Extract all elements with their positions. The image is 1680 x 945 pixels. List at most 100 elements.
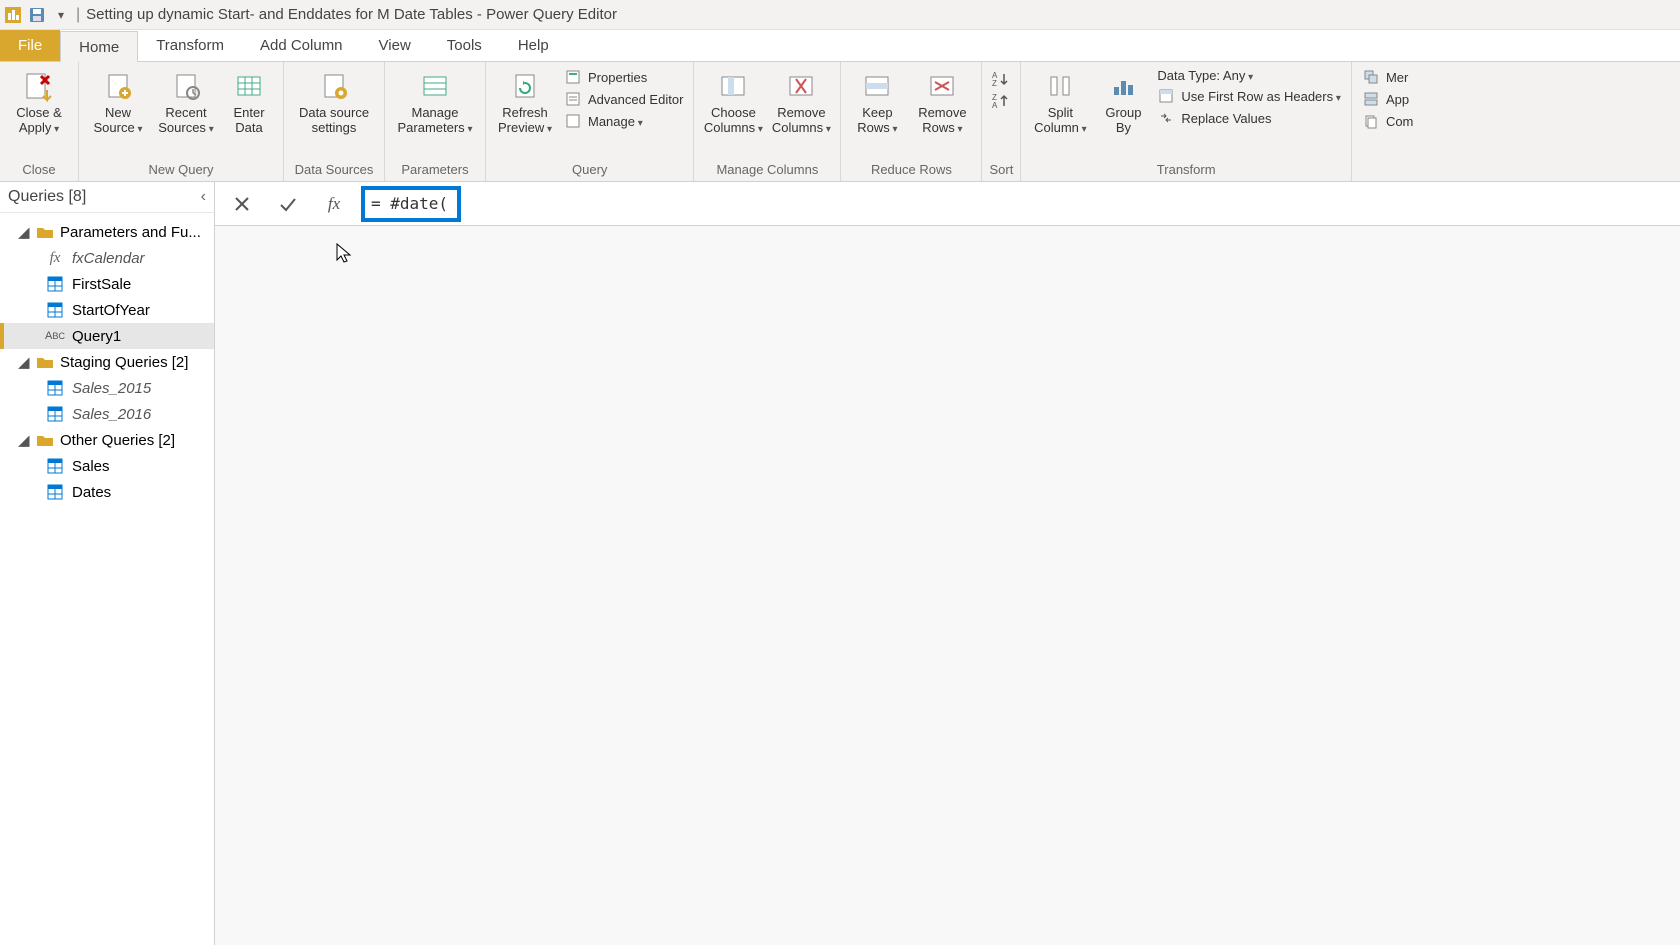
table-icon <box>46 275 64 293</box>
choose-columns-icon <box>718 68 748 104</box>
window-title: Setting up dynamic Start- and Enddates f… <box>86 6 617 23</box>
recent-sources-icon <box>171 68 201 104</box>
remove-columns-button[interactable]: Remove Columns <box>768 64 834 140</box>
data-source-settings-button[interactable]: Data source settings <box>290 64 378 140</box>
ribbon-group-reduce-rows: Keep Rows Remove Rows Reduce Rows <box>841 62 982 181</box>
commit-formula-button[interactable] <box>269 188 307 220</box>
tab-tools[interactable]: Tools <box>429 30 500 61</box>
sort-asc-button[interactable]: AZ <box>992 70 1010 88</box>
query-label: Query1 <box>72 328 121 345</box>
keep-rows-button[interactable]: Keep Rows <box>847 64 907 140</box>
close-apply-button[interactable]: Close & Apply <box>6 64 72 140</box>
tab-add-column[interactable]: Add Column <box>242 30 361 61</box>
group-label: Parameters and Fu... <box>60 224 201 241</box>
formula-input[interactable] <box>371 194 451 213</box>
query-label: FirstSale <box>72 276 131 293</box>
save-icon[interactable] <box>28 6 46 24</box>
properties-icon <box>564 68 582 86</box>
ribbon: Close & Apply Close New Source Recent So… <box>0 62 1680 182</box>
advanced-editor-button[interactable]: Advanced Editor <box>564 90 683 108</box>
queries-title: Queries [8] <box>8 188 86 206</box>
manage-parameters-button[interactable]: Manage Parameters <box>391 64 479 140</box>
group-label: Other Queries [2] <box>60 432 175 449</box>
data-type-button[interactable]: Data Type: Any <box>1157 68 1341 83</box>
remove-rows-icon <box>927 68 957 104</box>
qat-more-icon[interactable]: ▾ <box>52 6 70 24</box>
queries-tree: ◢ Parameters and Fu... fxfxCalendar FirstSa… <box>0 213 214 511</box>
first-row-headers-button[interactable]: Use First Row as Headers <box>1157 87 1341 105</box>
combine-icon <box>1362 112 1380 130</box>
ribbon-group-sort: AZ ZA Sort <box>982 62 1021 181</box>
menu-bar: File Home Transform Add Column View Tool… <box>0 30 1680 62</box>
enter-data-button[interactable]: Enter Data <box>221 64 277 140</box>
text-type-icon: ABC <box>46 327 64 345</box>
queries-header: Queries [8] ‹ <box>0 182 214 213</box>
ribbon-group-parameters: Manage Parameters Parameters <box>385 62 486 181</box>
svg-text:Z: Z <box>992 79 997 87</box>
merge-queries-button[interactable]: Mer <box>1362 68 1413 86</box>
fx-button[interactable]: fx <box>315 188 353 220</box>
query-label: Sales_2015 <box>72 380 151 397</box>
query-item[interactable]: Dates <box>0 479 214 505</box>
query-item[interactable]: ABC Query1 <box>0 323 214 349</box>
query-label: Dates <box>72 484 111 501</box>
expand-icon: ◢ <box>18 431 30 449</box>
cancel-formula-button[interactable] <box>223 188 261 220</box>
query-label: StartOfYear <box>72 302 150 319</box>
queries-pane: Queries [8] ‹ ◢ Parameters and Fu... fxfxC… <box>0 182 215 945</box>
recent-sources-button[interactable]: Recent Sources <box>153 64 219 140</box>
tab-file[interactable]: File <box>0 30 60 61</box>
group-by-button[interactable]: Group By <box>1095 64 1151 140</box>
ribbon-group-transform: Split Column Group By Data Type: Any Use… <box>1021 62 1352 181</box>
keep-rows-icon <box>862 68 892 104</box>
combine-files-button[interactable]: Com <box>1362 112 1413 130</box>
tab-transform[interactable]: Transform <box>138 30 242 61</box>
advanced-editor-icon <box>564 90 582 108</box>
manage-button[interactable]: Manage <box>564 112 683 130</box>
query-group[interactable]: ◢Staging Queries [2] <box>0 349 214 375</box>
expand-icon: ◢ <box>18 353 30 371</box>
expand-icon: ◢ <box>18 223 30 241</box>
append-queries-button[interactable]: App <box>1362 90 1413 108</box>
query-item[interactable]: fxfxCalendar <box>0 245 214 271</box>
table-icon <box>46 457 64 475</box>
sort-asc-icon: AZ <box>992 70 1010 88</box>
choose-columns-button[interactable]: Choose Columns <box>700 64 766 140</box>
sort-desc-button[interactable]: ZA <box>992 92 1010 110</box>
workspace: fx <box>215 182 1680 945</box>
properties-button[interactable]: Properties <box>564 68 683 86</box>
enter-data-icon <box>234 68 264 104</box>
query-item[interactable]: FirstSale <box>0 271 214 297</box>
ribbon-group-query: Refresh Preview Properties Advanced Edit… <box>486 62 694 181</box>
query-label: Sales_2016 <box>72 406 151 423</box>
folder-icon <box>36 433 54 447</box>
query-item[interactable]: Sales_2016 <box>0 401 214 427</box>
new-source-button[interactable]: New Source <box>85 64 151 140</box>
query-label: fxCalendar <box>72 250 145 267</box>
tab-view[interactable]: View <box>361 30 429 61</box>
replace-values-button[interactable]: Replace Values <box>1157 109 1341 127</box>
tab-home[interactable]: Home <box>60 31 138 62</box>
query-item[interactable]: Sales_2015 <box>0 375 214 401</box>
split-column-button[interactable]: Split Column <box>1027 64 1093 140</box>
merge-icon <box>1362 68 1380 86</box>
formula-bar: fx <box>215 182 1680 226</box>
ribbon-group-combine: Mer App Com <box>1352 62 1423 181</box>
manage-icon <box>564 112 582 130</box>
tab-help[interactable]: Help <box>500 30 567 61</box>
title-separator: | <box>76 6 80 24</box>
query-group[interactable]: ◢ Other Queries [2] <box>0 427 214 453</box>
remove-rows-button[interactable]: Remove Rows <box>909 64 975 140</box>
query-group[interactable]: ◢ Parameters and Fu... <box>0 219 214 245</box>
collapse-queries-icon[interactable]: ‹ <box>201 188 206 206</box>
quick-access-toolbar: ▾ <box>4 6 70 24</box>
title-bar: ▾ | Setting up dynamic Start- and Enddat… <box>0 0 1680 30</box>
refresh-icon <box>510 68 540 104</box>
query-label: Sales <box>72 458 110 475</box>
refresh-preview-button[interactable]: Refresh Preview <box>492 64 558 140</box>
query-item[interactable]: StartOfYear <box>0 297 214 323</box>
svg-text:A: A <box>992 101 998 109</box>
sort-desc-icon: ZA <box>992 92 1010 110</box>
query-item[interactable]: Sales <box>0 453 214 479</box>
table-icon <box>46 405 64 423</box>
